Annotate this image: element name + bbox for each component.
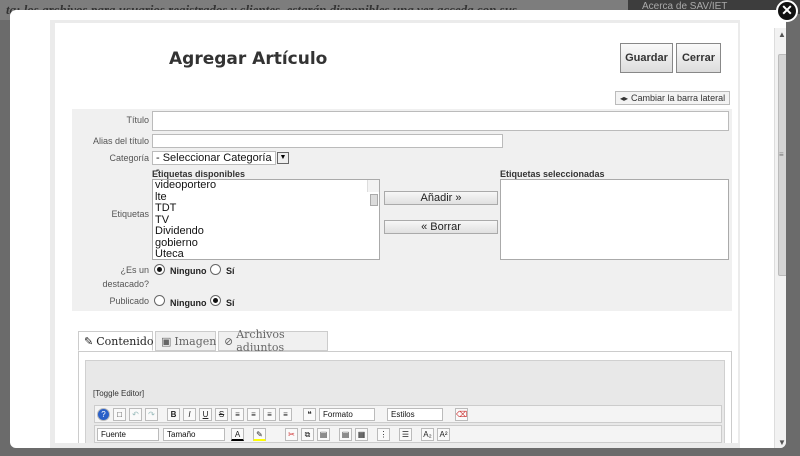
featured-yes-label: Sí xyxy=(226,266,235,276)
text-color-icon[interactable]: A xyxy=(231,428,244,441)
size-select[interactable]: Tamaño xyxy=(163,428,225,441)
published-yes-label: Sí xyxy=(226,298,235,308)
editor-container: [Toggle Editor] ? □ ↶ ↷ B I U S ≡ ≡ ≡ ≡ … xyxy=(78,351,732,443)
featured-none-radio[interactable] xyxy=(154,264,165,275)
page-title: Agregar Artículo xyxy=(169,49,328,69)
image-icon: ▣ xyxy=(161,334,172,348)
tab-contenido[interactable]: ✎ Contenido xyxy=(78,331,154,351)
paste-icon[interactable]: ▤ xyxy=(317,428,330,441)
published-label: Publicado xyxy=(109,296,149,306)
ordered-list-icon[interactable]: ⋮ xyxy=(377,428,390,441)
undo-icon[interactable]: ↶ xyxy=(129,408,142,421)
paperclip-icon: ⊘ xyxy=(224,334,234,348)
editor-toolbar-area: [Toggle Editor] ? □ ↶ ↷ B I U S ≡ ≡ ≡ ≡ … xyxy=(85,360,725,443)
tab-archivos-adjuntos[interactable]: ⊘ Archivos adjuntos xyxy=(218,328,328,354)
scroll-up-arrow-icon[interactable]: ▲ xyxy=(778,30,786,39)
category-dropdown-arrow-icon[interactable]: ▼ xyxy=(277,152,289,164)
toggle-arrows-icon: ◂▸ xyxy=(620,93,629,103)
align-center-icon[interactable]: ≡ xyxy=(247,408,260,421)
align-right-icon[interactable]: ≡ xyxy=(263,408,276,421)
tag-option[interactable]: Uteca xyxy=(153,248,379,259)
selected-tags-heading: Etiquetas seleccionadas xyxy=(500,169,605,179)
category-select[interactable]: - Seleccionar Categoría - xyxy=(152,151,276,176)
paste-word-icon[interactable]: ▦ xyxy=(355,428,368,441)
unordered-list-icon[interactable]: ☰ xyxy=(399,428,412,441)
paste-text-icon[interactable]: ▤ xyxy=(339,428,352,441)
tag-option[interactable]: TDT xyxy=(153,202,379,215)
align-justify-icon[interactable]: ≡ xyxy=(279,408,292,421)
scroll-grip-icon: ≡ xyxy=(779,150,784,159)
tab-label: Contenido xyxy=(96,334,154,348)
font-select[interactable]: Fuente xyxy=(97,428,159,441)
article-editor-panel: Agregar Artículo Guardar Cerrar ◂▸ Cambi… xyxy=(55,23,738,443)
styles-select[interactable]: Estilos xyxy=(387,408,443,421)
featured-none-label: Ninguno xyxy=(170,266,207,276)
scroll-thumb[interactable] xyxy=(778,54,786,276)
title-label: Título xyxy=(126,115,149,125)
highlight-color-icon[interactable]: ✎ xyxy=(253,428,266,441)
modal-scrollbar[interactable]: ▲ ≡ ▼ xyxy=(774,28,786,448)
redo-icon[interactable]: ↷ xyxy=(145,408,158,421)
featured-label-line2: destacado? xyxy=(102,279,149,289)
published-none-radio[interactable] xyxy=(154,295,165,306)
category-label: Categoría xyxy=(109,153,149,163)
add-tag-button[interactable]: Añadir » xyxy=(384,191,498,205)
tags-listbox-scroll-thumb[interactable] xyxy=(370,194,378,206)
toolbar-row-2: Fuente Tamaño A ✎ ✂ ⧉ ▤ ▤ ▦ ⋮ ☰ A₂ A² xyxy=(94,425,722,443)
toggle-sidebar-label: Cambiar la barra lateral xyxy=(631,93,726,103)
featured-label-line1: ¿Es un xyxy=(120,265,149,275)
available-tags-heading: Etiquetas disponibles xyxy=(152,169,246,179)
modal-dialog: ▲ ≡ ▼ Agregar Artículo Guardar Cerrar ◂▸… xyxy=(10,10,786,448)
tag-option[interactable]: gobierno xyxy=(153,237,379,250)
title-input[interactable] xyxy=(152,111,729,131)
save-button[interactable]: Guardar xyxy=(620,43,673,73)
help-icon[interactable]: ? xyxy=(97,408,110,421)
toggle-sidebar-button[interactable]: ◂▸ Cambiar la barra lateral xyxy=(615,91,731,105)
new-document-icon[interactable]: □ xyxy=(113,408,126,421)
italic-icon[interactable]: I xyxy=(183,408,196,421)
scroll-down-arrow-icon[interactable]: ▼ xyxy=(778,438,786,447)
format-select[interactable]: Formato xyxy=(319,408,375,421)
published-yes-radio[interactable] xyxy=(210,295,221,306)
align-left-icon[interactable]: ≡ xyxy=(231,408,244,421)
tag-option[interactable]: Dividendo xyxy=(153,225,379,238)
alias-input[interactable] xyxy=(152,134,503,148)
tab-imagen[interactable]: ▣ Imagen xyxy=(155,331,216,351)
tag-option[interactable]: videoportero xyxy=(153,180,379,192)
featured-yes-radio[interactable] xyxy=(210,264,221,275)
toolbar-row-1: ? □ ↶ ↷ B I U S ≡ ≡ ≡ ≡ ❝ Formato Estilo… xyxy=(94,405,722,423)
close-button[interactable]: Cerrar xyxy=(676,43,721,73)
tags-label: Etiquetas xyxy=(111,209,149,219)
close-modal-icon[interactable]: ✕ xyxy=(776,0,798,22)
cut-icon[interactable]: ✂ xyxy=(285,428,298,441)
bold-icon[interactable]: B xyxy=(167,408,180,421)
edit-icon: ✎ xyxy=(84,334,94,348)
alias-label: Alias del título xyxy=(92,136,149,146)
remove-tag-button[interactable]: « Borrar xyxy=(384,220,498,234)
eraser-icon[interactable]: ⌫ xyxy=(455,408,468,421)
superscript-icon[interactable]: A² xyxy=(437,428,450,441)
selected-tags-listbox[interactable] xyxy=(500,179,729,260)
tab-label: Imagen xyxy=(174,334,217,348)
available-tags-listbox[interactable]: videoportero lte TDT TV Dividendo gobier… xyxy=(152,179,380,260)
tags-listbox-scrollbar[interactable] xyxy=(367,180,379,206)
strikethrough-icon[interactable]: S xyxy=(215,408,228,421)
published-none-label: Ninguno xyxy=(170,298,207,308)
subscript-icon[interactable]: A₂ xyxy=(421,428,434,441)
copy-icon[interactable]: ⧉ xyxy=(301,428,314,441)
tag-option[interactable]: lte xyxy=(153,191,379,204)
blockquote-icon[interactable]: ❝ xyxy=(303,408,316,421)
underline-icon[interactable]: U xyxy=(199,408,212,421)
toggle-editor-link[interactable]: [Toggle Editor] xyxy=(93,389,144,398)
